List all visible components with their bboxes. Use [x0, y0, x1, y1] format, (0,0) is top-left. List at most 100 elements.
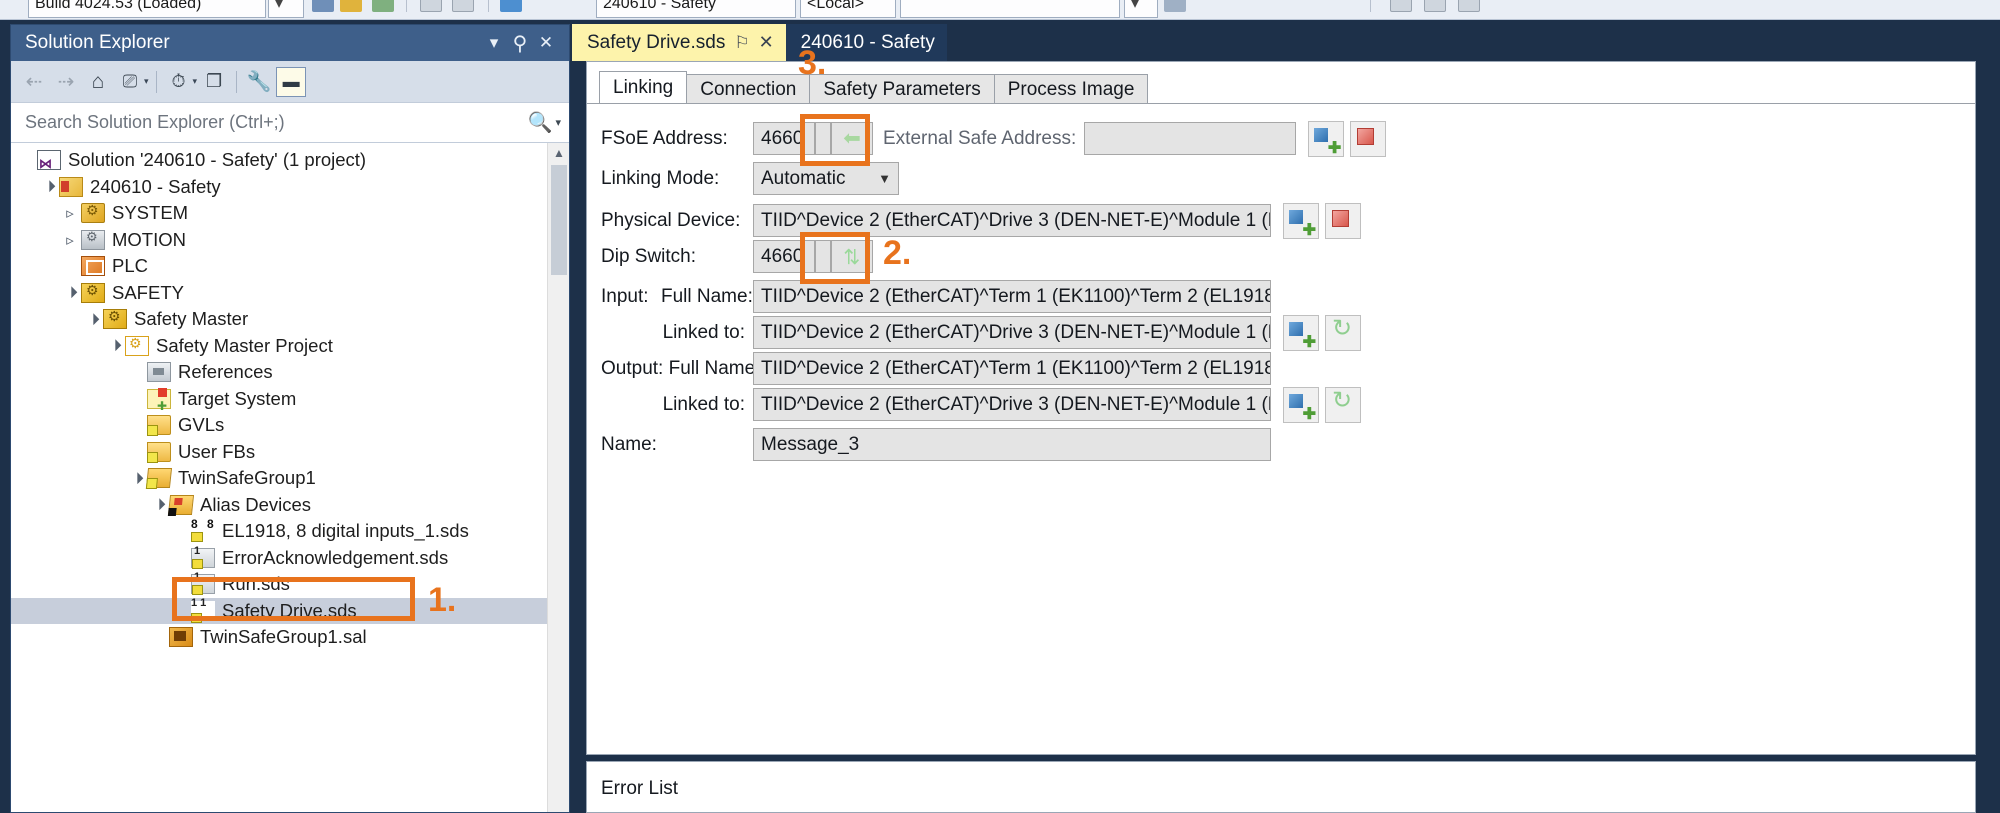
doc-tab-safety-drive[interactable]: Safety Drive.sds⚐✕: [572, 24, 786, 61]
chevron-right-icon[interactable]: [59, 204, 81, 222]
output-linkedto-value[interactable]: TIID^Device 2 (EtherCAT)^Drive 3 (DEN-NE…: [753, 388, 1271, 421]
tree-item-motion[interactable]: MOTION: [11, 227, 547, 254]
folder-icon[interactable]: [340, 0, 362, 12]
tree-item-safety-master-project[interactable]: Safety Master Project: [11, 333, 547, 360]
pin-icon[interactable]: ⚲: [507, 30, 533, 56]
output-link-goto-button[interactable]: [1325, 387, 1361, 423]
input-fullname-label: Full Name:: [661, 286, 753, 308]
chevron-down-icon[interactable]: [125, 472, 147, 485]
target-system-combo-arrow[interactable]: ▾: [1124, 0, 1158, 18]
tree-item-run[interactable]: Run.sds: [11, 571, 547, 598]
tree-item-twinsafegroup1[interactable]: TwinSafeGroup1: [11, 465, 547, 492]
tree-item-label: 240610 - Safety: [90, 176, 221, 198]
dip-switch-sync-button[interactable]: [831, 240, 873, 273]
chevron-right-icon[interactable]: [59, 231, 81, 249]
tree-item-system[interactable]: SYSTEM: [11, 200, 547, 227]
physical-device-row: Physical Device: TIID^Device 2 (EtherCAT…: [601, 204, 1361, 237]
pin-icon[interactable]: ⚐: [734, 33, 749, 53]
tree-item-safety-master[interactable]: Safety Master: [11, 306, 547, 333]
build-config-combo[interactable]: Build 4024.53 (Loaded): [28, 0, 266, 18]
tab-linking[interactable]: Linking: [599, 71, 687, 104]
extra-icon-1[interactable]: [1390, 0, 1412, 12]
home-icon[interactable]: ⌂: [83, 67, 113, 97]
tree-item-plc[interactable]: PLC: [11, 253, 547, 280]
close-icon[interactable]: ✕: [759, 32, 774, 53]
chevron-down-icon[interactable]: [103, 339, 125, 352]
tree-item-safety[interactable]: SAFETY: [11, 280, 547, 307]
tab-connection[interactable]: Connection: [686, 74, 810, 104]
extra-icon-3[interactable]: [1458, 0, 1480, 12]
tree-item-solution[interactable]: Solution '240610 - Safety' (1 project): [11, 147, 547, 174]
fsoe-address-arrow-button[interactable]: [831, 122, 873, 155]
back-icon[interactable]: ⇠: [19, 67, 49, 97]
tree-scrollbar[interactable]: ▲: [547, 143, 569, 812]
linking-mode-select[interactable]: Automatic ▼: [753, 162, 899, 195]
name-value[interactable]: Message_3: [753, 428, 1271, 461]
output-fullname-value[interactable]: TIID^Device 2 (EtherCAT)^Term 1 (EK1100)…: [753, 352, 1271, 385]
forward-icon[interactable]: ⇢: [51, 67, 81, 97]
tree-item-alias-devices[interactable]: Alias Devices: [11, 492, 547, 519]
pending-changes-icon[interactable]: ⏱: [164, 67, 194, 97]
dip-switch-spin-button[interactable]: [815, 240, 831, 273]
external-safe-address-value[interactable]: [1084, 122, 1296, 155]
dip-switch-value[interactable]: 4660: [753, 240, 815, 273]
chevron-down-icon[interactable]: ▾: [481, 30, 507, 56]
external-safe-address-delete-button[interactable]: [1350, 121, 1386, 157]
sdsY-icon: [191, 601, 215, 621]
output-link-add-button[interactable]: [1283, 387, 1319, 423]
properties-icon[interactable]: 🔧: [244, 67, 274, 97]
linking-form: FSoE Address: 4660 External Safe Address…: [587, 104, 1975, 754]
fsoe-address-spin-button[interactable]: [815, 122, 831, 155]
tree-item-twinsafegroup1-sal[interactable]: TwinSafeGroup1.sal: [11, 624, 547, 651]
sync-with-active-document-icon[interactable]: ⎚: [115, 67, 145, 97]
stop-icon[interactable]: [452, 0, 474, 12]
local-target-combo[interactable]: <Local>: [800, 0, 896, 18]
search-input[interactable]: [23, 111, 528, 134]
input-link-goto-button[interactable]: [1325, 315, 1361, 351]
physical-device-add-button[interactable]: [1283, 203, 1319, 239]
tree-item-erroracknowledgement[interactable]: ErrorAcknowledgement.sds: [11, 545, 547, 572]
step-icon[interactable]: [420, 0, 442, 12]
tree-item-label: PLC: [112, 255, 148, 277]
tab-process-image[interactable]: Process Image: [994, 74, 1149, 104]
target-system-combo[interactable]: [900, 0, 1120, 18]
show-all-files-icon[interactable]: ▬: [276, 67, 306, 97]
grid-icon[interactable]: [312, 0, 334, 12]
run-icon[interactable]: [372, 0, 394, 12]
search-toolbar-icon[interactable]: [500, 0, 522, 12]
input-link-add-button[interactable]: [1283, 315, 1319, 351]
tree-item-target-system[interactable]: Target System: [11, 386, 547, 413]
tgt-icon: [147, 389, 171, 409]
input-fullname-value[interactable]: TIID^Device 2 (EtherCAT)^Term 1 (EK1100)…: [753, 280, 1271, 313]
search-icon[interactable]: 🔍: [528, 110, 553, 135]
scroll-up-arrow-icon[interactable]: ▲: [548, 143, 569, 163]
safety-target-combo[interactable]: 240610 - Safety: [596, 0, 796, 18]
refresh-icon[interactable]: ❐: [199, 67, 229, 97]
chevron-down-icon[interactable]: [37, 180, 59, 193]
tab-safety-parameters[interactable]: Safety Parameters: [809, 74, 994, 104]
fsoe-address-value[interactable]: 4660: [753, 122, 815, 155]
tree-item-safety-drive[interactable]: Safety Drive.sds: [11, 598, 547, 625]
tree-item-gvls[interactable]: GVLs: [11, 412, 547, 439]
extra-icon-2[interactable]: [1424, 0, 1446, 12]
close-icon[interactable]: ✕: [533, 30, 559, 56]
physical-device-delete-button[interactable]: [1325, 203, 1361, 239]
chevron-down-icon[interactable]: [147, 498, 169, 511]
tree-item-project[interactable]: 240610 - Safety: [11, 174, 547, 201]
tree-item-user-fbs[interactable]: User FBs: [11, 439, 547, 466]
input-linkedto-value[interactable]: TIID^Device 2 (EtherCAT)^Drive 3 (DEN-NE…: [753, 316, 1271, 349]
chevron-down-icon[interactable]: ▾: [555, 116, 561, 129]
build-config-combo-arrow[interactable]: ▾: [268, 0, 304, 18]
physical-device-value[interactable]: TIID^Device 2 (EtherCAT)^Drive 3 (DEN-NE…: [753, 204, 1271, 237]
tree-item-label: Safety Master Project: [156, 335, 333, 357]
chevron-down-icon[interactable]: [59, 286, 81, 299]
external-safe-address-add-button[interactable]: [1308, 121, 1344, 157]
linking-mode-label: Linking Mode:: [601, 168, 753, 190]
settings-icon[interactable]: [1164, 0, 1186, 12]
tree-item-el1918[interactable]: EL1918, 8 digital inputs_1.sds: [11, 518, 547, 545]
tree-item-references[interactable]: References: [11, 359, 547, 386]
tree-item-label: MOTION: [112, 229, 186, 251]
solution-explorer-titlebar: Solution Explorer ▾ ⚲ ✕: [11, 25, 569, 61]
chevron-down-icon[interactable]: [81, 313, 103, 326]
scrollbar-thumb[interactable]: [551, 165, 567, 275]
